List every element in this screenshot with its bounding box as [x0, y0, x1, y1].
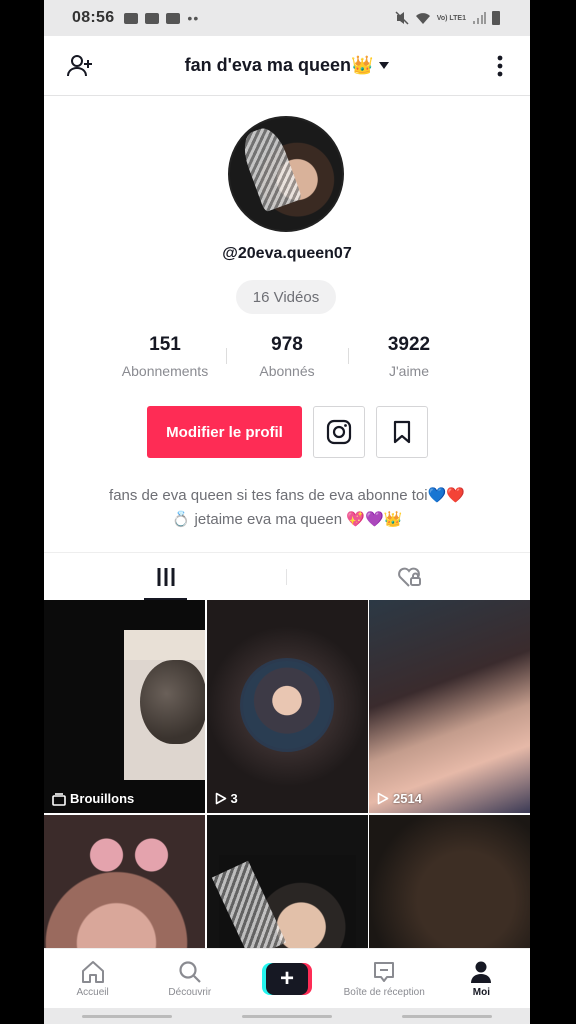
tab-liked[interactable]: [287, 553, 530, 600]
weather-notification-icon: [145, 12, 160, 24]
drafts-label: Brouillons: [52, 791, 134, 806]
instagram-button[interactable]: [313, 406, 365, 458]
bio-line: 💍 jetaime eva ma queen 💖💜👑: [171, 511, 403, 528]
profile-icon: [471, 961, 492, 983]
wifi-icon: [415, 13, 430, 24]
nav-me[interactable]: Moi: [433, 949, 530, 1008]
phone-screen: 08:56 •• Vo) LTE1 fan d'eva ma queen👑 @2…: [44, 0, 530, 1024]
signal-icon: [473, 12, 486, 24]
gesture-pill: [402, 1014, 492, 1018]
stat-label: J'aime: [388, 363, 430, 379]
nav-label: Accueil: [76, 986, 109, 998]
video-tile[interactable]: 2514: [369, 600, 530, 813]
profile-stats: 151 Abonnements 978 Abonnés 3922 J'aime: [44, 334, 530, 379]
stat-value: 978: [271, 334, 303, 355]
edit-profile-button[interactable]: Modifier le profil: [147, 406, 302, 458]
network-type: Vo) LTE1: [436, 14, 466, 22]
nav-create[interactable]: +: [238, 949, 335, 1008]
username: @20eva.queen07: [222, 245, 352, 262]
more-notifications-icon: ••: [187, 10, 200, 26]
liked-private-icon: [397, 567, 421, 587]
nav-discover[interactable]: Découvrir: [141, 949, 238, 1008]
avatar[interactable]: [228, 116, 344, 232]
stat-value: 3922: [387, 334, 431, 355]
nav-home[interactable]: Accueil: [44, 949, 141, 1008]
play-icon: [377, 792, 389, 805]
stat-label: Abonnements: [121, 363, 209, 379]
account-switcher[interactable]: fan d'eva ma queen👑: [185, 55, 390, 76]
system-icons: Vo) LTE1: [395, 11, 500, 25]
videos-count: 16 Vidéos: [236, 280, 336, 314]
play-icon: [215, 792, 226, 805]
stat-value: 151: [149, 334, 181, 355]
video-tile[interactable]: 3: [206, 600, 368, 813]
add-friend-icon[interactable]: [66, 52, 94, 80]
view-count: 2514: [377, 791, 422, 806]
view-count-text: 2514: [393, 791, 422, 806]
favorites-button[interactable]: [376, 406, 428, 458]
search-icon: [179, 960, 201, 983]
youtube-notification-icon: [166, 12, 181, 24]
instagram-icon: [326, 419, 352, 445]
bio: fans de eva queen si tes fans de eva abo…: [44, 484, 530, 532]
gesture-bar: [44, 1008, 530, 1024]
view-count-text: 3: [230, 791, 238, 806]
bottom-navigation: Accueil Découvrir + Boîte de réception M…: [44, 948, 530, 1008]
stat-label: Abonnés: [259, 363, 315, 379]
content-tabs: [44, 552, 530, 600]
nav-label: Moi: [472, 986, 491, 998]
status-bar: 08:56 •• Vo) LTE1: [44, 0, 530, 36]
stat-followers[interactable]: 978 Abonnés: [226, 334, 348, 379]
profile-actions: Modifier le profil: [147, 406, 428, 458]
mute-icon: [395, 11, 409, 25]
inbox-icon: [374, 961, 395, 982]
profile-header: fan d'eva ma queen👑: [44, 36, 530, 96]
stat-likes[interactable]: 3922 J'aime: [348, 334, 470, 379]
drafts-icon: [52, 792, 66, 806]
grid-icon: [157, 567, 174, 586]
bookmark-icon: [393, 420, 411, 444]
image-notification-icon: [124, 12, 139, 24]
gesture-pill: [242, 1014, 332, 1018]
more-options-icon[interactable]: [490, 52, 510, 80]
gesture-pill: [82, 1014, 172, 1018]
nav-inbox[interactable]: Boîte de réception: [336, 949, 433, 1008]
nav-label: Boîte de réception: [343, 986, 425, 998]
battery-icon: [492, 11, 500, 25]
stat-following[interactable]: 151 Abonnements: [104, 334, 226, 379]
drafts-text: Brouillons: [70, 791, 135, 806]
plus-icon: +: [262, 962, 312, 995]
notification-icons: ••: [124, 10, 199, 26]
nav-label: Découvrir: [168, 986, 212, 998]
caret-down-icon: [379, 62, 390, 69]
view-count: 3: [215, 791, 238, 806]
status-time: 08:56: [72, 9, 115, 26]
home-icon: [81, 960, 104, 983]
account-name: fan d'eva ma queen👑: [184, 55, 374, 75]
tab-videos[interactable]: [44, 553, 287, 600]
bio-line: fans de eva queen si tes fans de eva abo…: [109, 487, 465, 504]
drafts-tile[interactable]: Brouillons: [44, 600, 205, 813]
